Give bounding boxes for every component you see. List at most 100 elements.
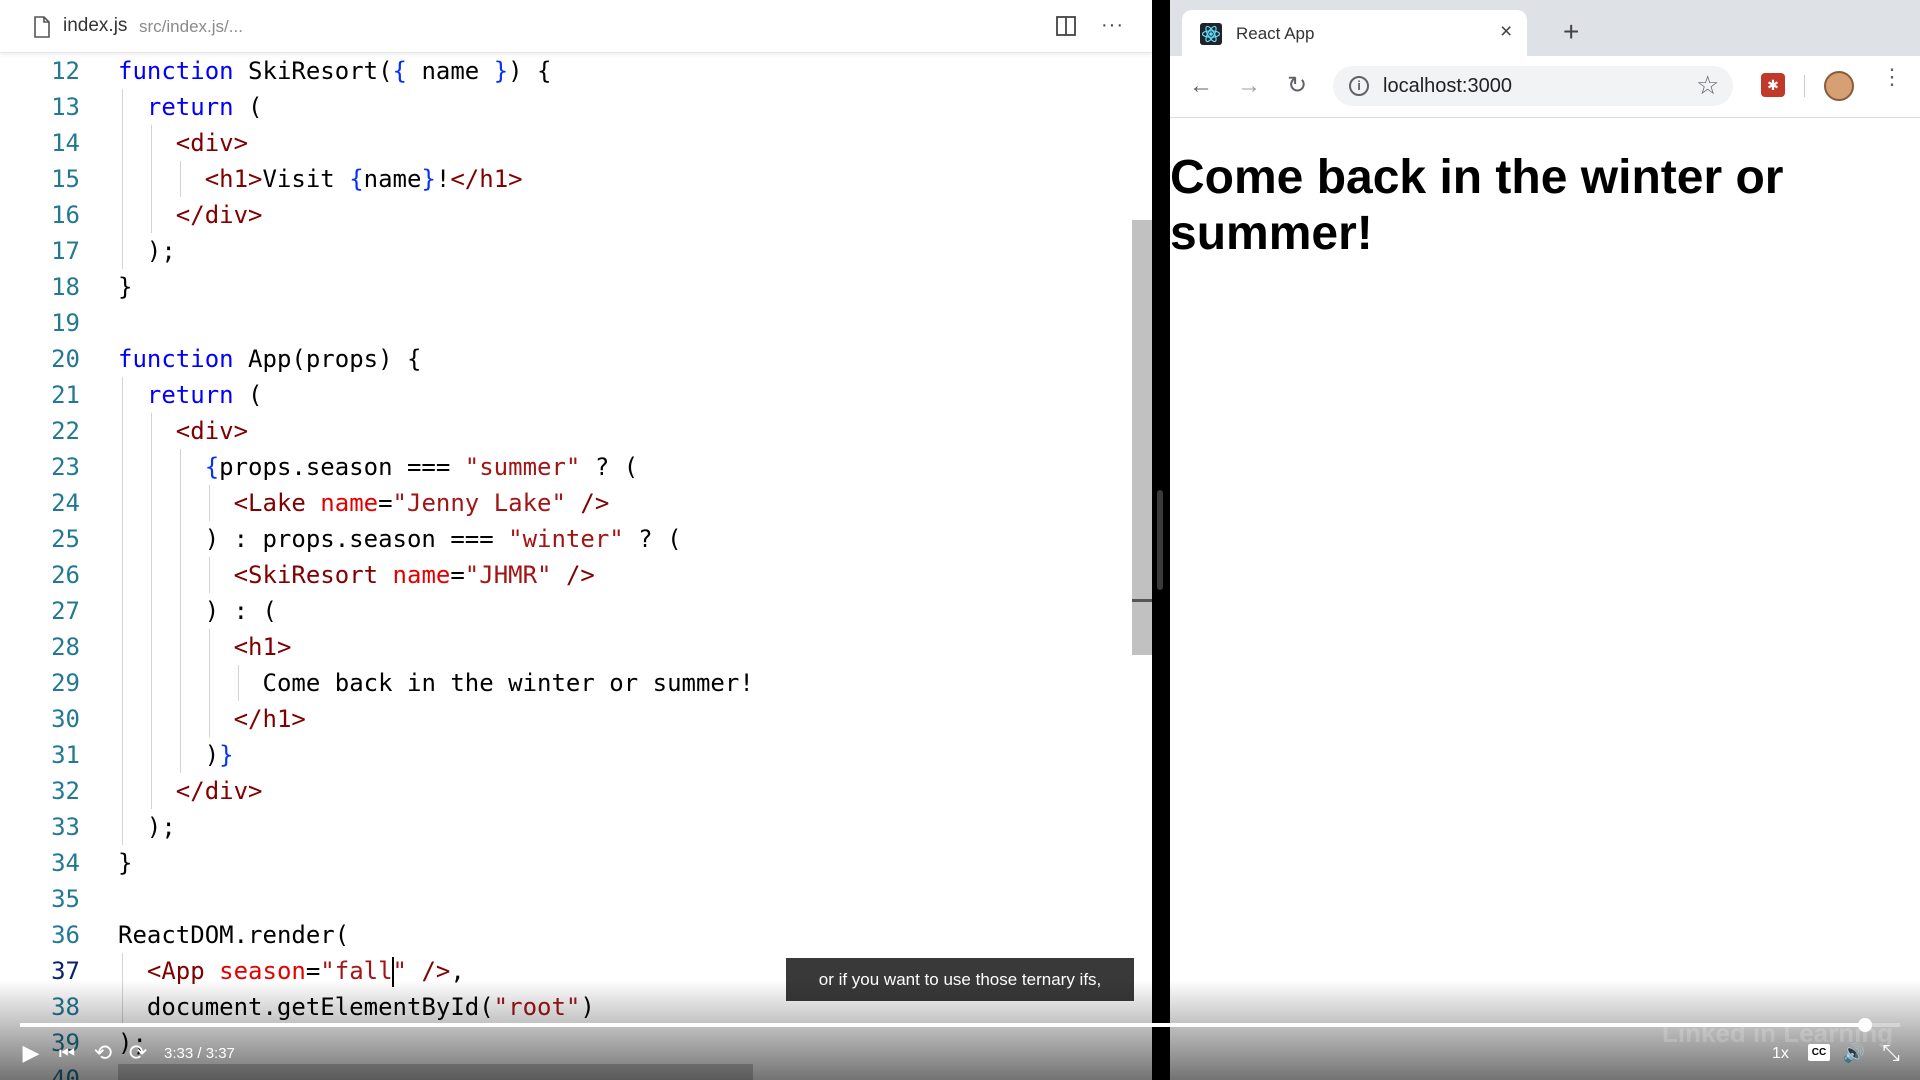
overview-ruler-mark [1132,599,1152,602]
code-line[interactable]: 36 ReactDOM.render( [0,917,1130,953]
split-editor-icon[interactable] [1055,15,1077,37]
code-line[interactable]: 34} [0,845,1130,881]
address-bar[interactable]: i localhost:3000 ☆ [1333,66,1733,106]
code-line[interactable]: 28 <h1> [0,629,1130,665]
code-area[interactable]: 12 function SkiResort({ name }) {13 return… [0,53,1130,1080]
code-line[interactable]: 16 </div> [0,197,1130,233]
code-line[interactable]: 31)} [0,737,1130,773]
rewind-10-icon[interactable]: ⟲ [90,1041,116,1065]
code-line[interactable]: 23 {props.season === "summer" ? ( [0,449,1130,485]
code-line[interactable]: 27) : ( [0,593,1130,629]
code-text[interactable]: </div> [176,197,263,233]
indent-guide [122,89,123,125]
play-icon[interactable]: ▶ [18,1041,44,1065]
bookmark-star-icon[interactable]: ☆ [1696,72,1719,98]
code-line[interactable]: 21 return ( [0,377,1130,413]
indent-guide [179,737,181,773]
new-tab-button[interactable]: + [1563,18,1579,46]
line-number: 34 [51,849,80,877]
code-text[interactable]: <Lake name="Jenny Lake" /> [234,485,610,521]
volume-icon[interactable]: 🔊 [1840,1041,1868,1065]
indent-guide [208,665,210,701]
indent-guide [179,629,181,665]
close-tab-icon[interactable]: × [1500,21,1512,42]
code-token: ) { [508,57,552,85]
editor-tab-filename[interactable]: index.js [63,15,127,37]
code-text[interactable]: ReactDOM.render( [118,917,349,953]
code-line[interactable]: 18} [0,269,1130,305]
code-text[interactable]: } [118,269,132,305]
code-line[interactable]: 22 <div> [0,413,1130,449]
more-actions-icon[interactable]: ··· [1101,15,1123,38]
code-text[interactable]: Come back in the winter or summer! [263,665,754,701]
line-number: 18 [51,273,80,301]
forward-arrow-icon[interactable]: → [1236,73,1262,99]
code-text[interactable]: )} [205,737,234,773]
indent-guide [208,701,210,737]
code-text[interactable]: } [118,845,132,881]
code-line[interactable]: 33); [0,809,1130,845]
previous-icon[interactable]: ⏮ [54,1041,80,1065]
code-text[interactable]: <div> [176,413,248,449]
code-text[interactable]: ) : ( [205,593,277,629]
address-bar-url[interactable]: localhost:3000 [1383,75,1512,98]
code-line[interactable]: 30 </h1> [0,701,1130,737]
line-number: 23 [51,453,80,481]
code-line[interactable]: 13 return ( [0,89,1130,125]
code-text[interactable]: ); [147,233,176,269]
code-text[interactable]: ) : props.season === "winter" ? ( [205,521,682,557]
browser-menu-icon[interactable]: ⋮ [1881,66,1903,88]
code-line[interactable]: 24 <Lake name="Jenny Lake" /> [0,485,1130,521]
split-divider-handle[interactable] [1157,490,1163,590]
code-line[interactable]: 25) : props.season === "winter" ? ( [0,521,1130,557]
code-line[interactable]: 20 function App(props) { [0,341,1130,377]
code-text[interactable]: return ( [147,377,263,413]
code-text[interactable]: function SkiResort({ name }) { [118,53,552,89]
video-progress-bar[interactable] [20,1018,1900,1032]
reload-icon[interactable]: ↻ [1284,73,1310,99]
code-line[interactable]: 14 <div> [0,125,1130,161]
code-line[interactable]: 17); [0,233,1130,269]
code-text[interactable]: </div> [176,773,263,809]
code-line[interactable]: 35 [0,881,1130,917]
indent-guide [208,485,210,521]
code-token: "winter" [508,525,624,553]
code-text[interactable]: <SkiResort name="JHMR" /> [234,557,595,593]
code-line[interactable]: 19 [0,305,1130,341]
code-text[interactable]: <h1>Visit {name}!</h1> [205,161,523,197]
playback-speed[interactable]: 1x [1772,1045,1789,1063]
site-info-icon[interactable]: i [1349,76,1369,96]
code-token: } [219,741,234,769]
indent-guide [179,521,181,557]
code-line[interactable]: 15 <h1>Visit {name}!</h1> [0,161,1130,197]
code-line[interactable]: 26 <SkiResort name="JHMR" /> [0,557,1130,593]
code-token: name [392,561,451,589]
code-text[interactable]: function App(props) { [118,341,421,377]
browser-window: React App × + ← → ↻ i localhost:3000 ☆ ✱… [1170,0,1920,1080]
code-line[interactable]: 12 function SkiResort({ name }) { [0,53,1130,89]
code-line[interactable]: 29 Come back in the winter or summer! [0,665,1130,701]
line-number: 28 [51,633,80,661]
exit-fullscreen-icon[interactable]: ⤡ [1878,1041,1904,1065]
closed-captions-icon[interactable]: CC [1808,1044,1830,1061]
code-token: ? ( [623,525,682,553]
browser-tab[interactable]: React App × [1182,10,1527,56]
code-text[interactable]: ); [147,809,176,845]
code-text[interactable]: return ( [147,89,263,125]
profile-avatar[interactable] [1824,71,1854,101]
code-line[interactable]: 32 </div> [0,773,1130,809]
code-text[interactable]: </h1> [234,701,306,737]
code-editor[interactable]: index.js src/index.js/... ··· 12 function… [0,0,1152,1080]
indent-guide [208,629,210,665]
line-number: 21 [51,381,80,409]
code-text[interactable]: {props.season === "summer" ? ( [205,449,638,485]
line-number: 19 [51,309,80,337]
editor-scrollbar[interactable] [1132,220,1152,655]
extension-icon[interactable]: ✱ [1761,73,1785,97]
back-arrow-icon[interactable]: ← [1188,73,1214,99]
file-icon [34,16,50,38]
indent-guide [122,521,123,557]
forward-10-icon[interactable]: ⟳ [125,1041,151,1065]
code-text[interactable]: <div> [176,125,248,161]
code-text[interactable]: <h1> [234,629,292,665]
